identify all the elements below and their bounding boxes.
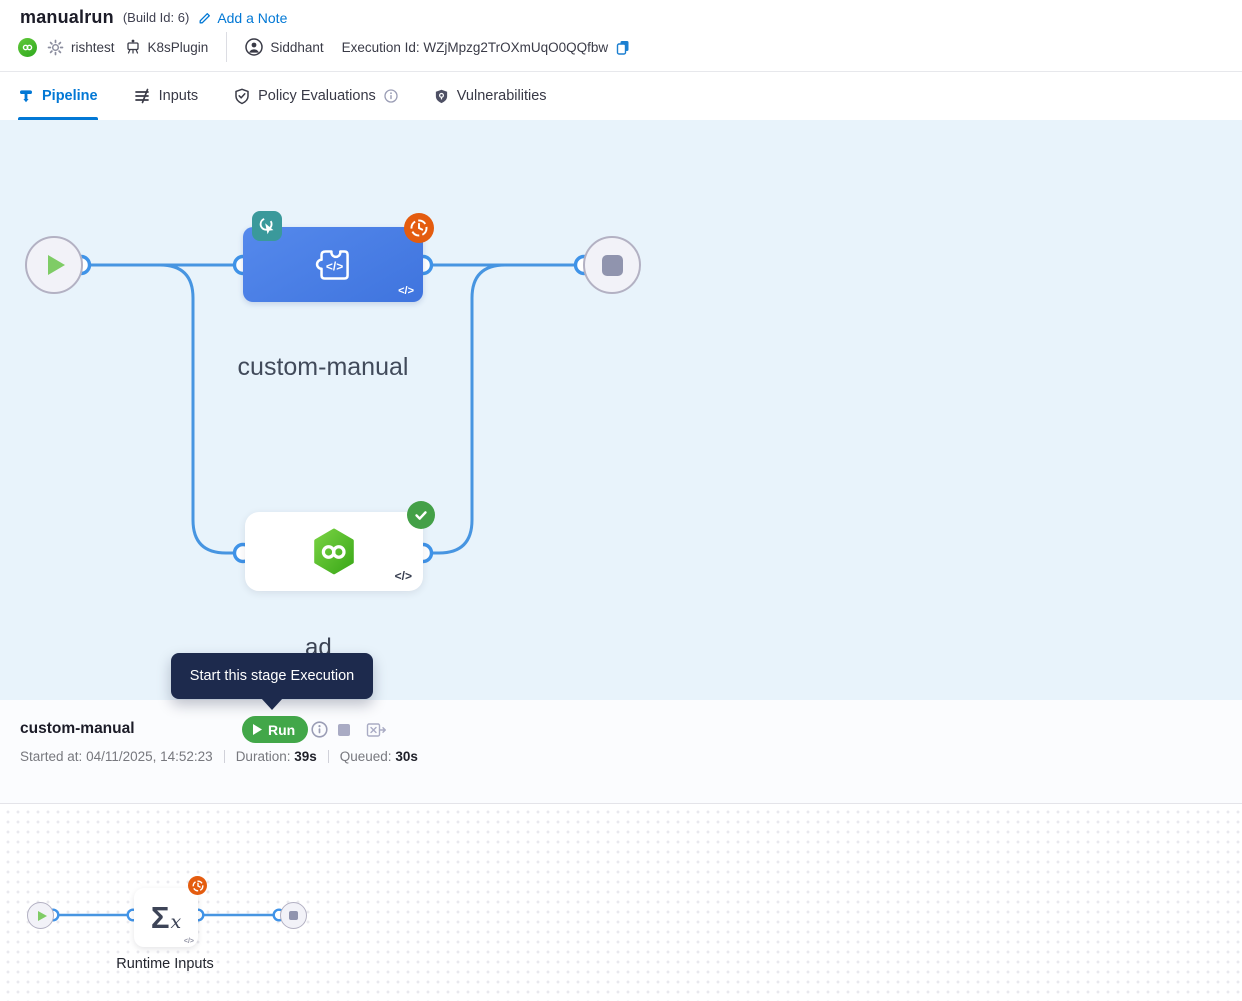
mini-start-node[interactable]	[27, 902, 54, 929]
stop-stage-icon[interactable]	[338, 724, 350, 736]
stop-icon	[602, 255, 623, 276]
user-name: Siddhant	[270, 40, 323, 55]
add-note-button[interactable]: Add a Note	[198, 10, 287, 26]
project-meta[interactable]: rishtest	[47, 39, 115, 56]
stage-label[interactable]: custom-manual	[173, 353, 473, 382]
info-icon	[384, 89, 398, 103]
started-at: Started at: 04/11/2025, 14:52:23	[20, 749, 213, 764]
harness-logo-icon	[18, 38, 37, 57]
start-node[interactable]	[25, 236, 83, 294]
run-play-icon	[253, 724, 262, 735]
pencil-icon	[198, 11, 212, 25]
view-inputs-icon[interactable]	[366, 722, 386, 738]
queued: Queued: 30s	[340, 749, 418, 764]
sigma-icon: Σ	[151, 902, 170, 933]
delegate-meta[interactable]: K8sPlugin	[125, 39, 209, 55]
tab-vulnerabilities[interactable]: Vulnerabilities	[434, 72, 547, 120]
duration: Duration: 39s	[236, 749, 317, 764]
pending-clock-badge-icon	[404, 213, 434, 243]
project-name: rishtest	[71, 40, 115, 55]
pipeline-links	[0, 120, 1242, 700]
success-check-badge-icon	[407, 501, 435, 529]
stage-status-bar: custom-manual Run Started at: 04/11/2025…	[0, 700, 1242, 804]
harness-hex-icon	[309, 527, 359, 577]
play-icon	[38, 911, 47, 921]
run-tooltip: Start this stage Execution	[171, 653, 373, 699]
run-button[interactable]: Run	[242, 716, 308, 743]
stop-icon	[289, 911, 298, 920]
tab-pipeline[interactable]: Pipeline	[18, 72, 98, 120]
pipeline-icon	[18, 88, 34, 104]
pending-clock-badge-icon	[188, 876, 207, 895]
delegate-name: K8sPlugin	[148, 40, 209, 55]
link-branch-right	[423, 265, 505, 553]
execution-inputs-canvas[interactable]: Σ x </> Runtime Inputs	[0, 804, 1242, 1001]
tab-label: Vulnerabilities	[457, 88, 547, 104]
copy-icon[interactable]	[615, 39, 631, 56]
page-title: manualrun	[20, 7, 114, 28]
status-separator	[224, 750, 225, 763]
pipeline-canvas[interactable]: </> </> custom-manual ad </> Start this …	[0, 120, 1242, 700]
add-note-label: Add a Note	[217, 10, 287, 26]
tab-policy-evaluations[interactable]: Policy Evaluations	[234, 72, 398, 120]
stage-status-line: Started at: 04/11/2025, 14:52:23 Duratio…	[20, 749, 418, 764]
footer-stage-name: custom-manual	[20, 720, 135, 738]
sigma-x: x	[170, 911, 181, 933]
mini-end-node[interactable]	[280, 902, 307, 929]
end-node[interactable]	[583, 236, 641, 294]
play-icon	[48, 255, 65, 275]
build-id: (Build Id: 6)	[123, 10, 189, 25]
code-glyph: </>	[184, 938, 194, 945]
run-label: Run	[268, 722, 295, 738]
custom-stage-icon: </>	[308, 240, 358, 290]
tooltip-text: Start this stage Execution	[190, 668, 354, 684]
runtime-inputs-node[interactable]: Σ x </>	[134, 888, 198, 947]
delegate-icon	[125, 39, 141, 55]
tab-label: Pipeline	[42, 88, 98, 104]
code-glyph: </>	[395, 569, 412, 583]
execution-id: Execution Id: WZjMpzg2TrOXmUqO0QQfbw	[342, 40, 609, 55]
execution-id-meta: Execution Id: WZjMpzg2TrOXmUqO0QQfbw	[342, 39, 632, 56]
tab-inputs[interactable]: Inputs	[134, 72, 199, 120]
stage-info-icon[interactable]	[311, 721, 328, 738]
inputs-icon	[134, 88, 151, 104]
tab-label: Inputs	[159, 88, 199, 104]
runtime-inputs-label: Runtime Inputs	[65, 956, 265, 972]
code-glyph: </>	[398, 285, 414, 297]
tooltip-arrow	[261, 698, 283, 710]
link-branch-left	[160, 265, 243, 553]
status-separator	[328, 750, 329, 763]
svg-text:</>: </>	[326, 259, 343, 273]
manual-trigger-badge-icon	[252, 211, 282, 241]
gear-icon	[47, 39, 64, 56]
policy-shield-icon	[234, 88, 250, 105]
harness-step-node[interactable]: </>	[245, 512, 423, 591]
execution-header: manualrun (Build Id: 6) Add a Note risht…	[0, 0, 1242, 72]
tab-label: Policy Evaluations	[258, 88, 376, 104]
user-icon	[245, 38, 263, 56]
user-meta: Siddhant	[245, 38, 323, 56]
header-divider	[226, 32, 227, 62]
vulnerabilities-shield-icon	[434, 88, 449, 105]
execution-tabbar: Pipeline Inputs Policy Evaluations Vulne…	[0, 72, 1242, 120]
